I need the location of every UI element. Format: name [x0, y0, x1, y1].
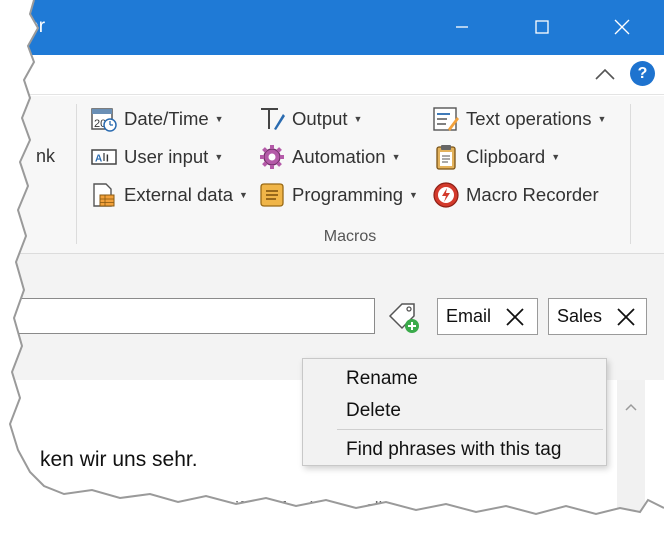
dropdown-arrow-icon: ▼: [239, 190, 248, 200]
menu-item-delete[interactable]: Delete: [346, 400, 401, 422]
user-input-button[interactable]: AI User input ▼: [90, 142, 223, 172]
automation-label: Automation: [292, 146, 386, 167]
tag-chip-label: Sales: [557, 306, 603, 326]
minimize-button[interactable]: [440, 6, 484, 48]
tag-chip-email[interactable]: Email: [437, 298, 538, 335]
tag-chip-label: Email: [446, 306, 492, 326]
ribbon: nk 20 Date/Time ▼ AI User input ▼ Extern…: [0, 96, 664, 254]
tag-context-menu: Rename Delete Find phrases with this tag: [302, 358, 607, 466]
calendar-clock-icon: 20: [90, 105, 118, 133]
ribbon-group-separator: [630, 104, 631, 244]
tag-input-field[interactable]: [0, 298, 375, 334]
close-icon: [614, 19, 630, 35]
text-operations-button[interactable]: Text operations ▼: [432, 104, 606, 134]
editor-scrollbar[interactable]: [617, 380, 645, 515]
minimize-icon: [456, 26, 468, 28]
macros-group-label: Macros: [323, 228, 377, 245]
date-time-label: Date/Time: [124, 108, 209, 129]
gear-icon: [258, 143, 286, 171]
dropdown-arrow-icon: ▼: [353, 114, 363, 124]
clipboard-button[interactable]: Clipboard ▼: [432, 142, 560, 172]
maximize-button[interactable]: [520, 6, 564, 48]
dropdown-arrow-icon: ▼: [551, 152, 561, 162]
text-operations-icon: [432, 105, 460, 133]
tag-chip-sales[interactable]: Sales: [548, 298, 647, 335]
programming-button[interactable]: Programming ▼: [258, 180, 418, 210]
dropdown-arrow-icon: ▼: [391, 152, 401, 162]
collapse-ribbon-button[interactable]: [592, 61, 618, 87]
ribbon-tabs-row: ?: [0, 55, 664, 95]
window-title: er: [28, 16, 46, 37]
dropdown-arrow-icon: ▼: [597, 114, 607, 124]
macro-recorder-label: Macro Recorder: [466, 184, 599, 205]
help-button[interactable]: ?: [630, 61, 655, 86]
date-time-button[interactable]: 20 Date/Time ▼: [90, 104, 224, 134]
ribbon-partial-label: nk: [36, 146, 56, 166]
menu-divider: [337, 429, 603, 430]
app-window: er ? nk 20 Date/Time ▼ A I User input ▼ …: [0, 0, 664, 539]
output-label: Output: [292, 108, 348, 129]
dropdown-arrow-icon: ▼: [409, 190, 418, 200]
close-icon: [617, 307, 635, 326]
programming-label: Programming: [292, 184, 404, 205]
script-scroll-icon: [258, 181, 286, 209]
editor-text-line: ken wir uns sehr.: [40, 448, 198, 471]
title-bar: er: [0, 0, 664, 55]
document-table-icon: [90, 181, 118, 209]
maximize-icon: [535, 20, 549, 34]
pen-output-icon: [258, 105, 286, 133]
ribbon-group-separator: [76, 104, 77, 244]
scroll-up-button[interactable]: [623, 400, 639, 414]
output-button[interactable]: Output ▼: [258, 104, 362, 134]
menu-item-rename[interactable]: Rename: [346, 368, 418, 390]
chevron-up-icon: [595, 68, 615, 80]
external-data-label: External data: [124, 184, 234, 205]
close-button[interactable]: [600, 6, 644, 48]
remove-tag-button[interactable]: [616, 307, 636, 327]
remove-tag-button[interactable]: [505, 307, 525, 327]
user-input-label: User input: [124, 146, 209, 167]
text-operations-label: Text operations: [466, 108, 592, 129]
add-tag-button[interactable]: [386, 300, 422, 334]
clipboard-label: Clipboard: [466, 146, 546, 167]
chevron-up-icon: [625, 403, 637, 411]
dropdown-arrow-icon: ▼: [214, 152, 224, 162]
record-icon: [432, 181, 460, 209]
clipboard-icon: [432, 143, 460, 171]
close-icon: [506, 307, 524, 326]
automation-button[interactable]: Automation ▼: [258, 142, 401, 172]
text-input-icon: AI: [90, 143, 118, 171]
svg-text:A: A: [95, 154, 102, 165]
svg-text:I: I: [106, 154, 109, 165]
add-tag-icon: [388, 303, 419, 333]
editor-text-line: Die Zugriffe auf ... hste ... ellt ...: [170, 498, 406, 517]
menu-item-find-phrases[interactable]: Find phrases with this tag: [346, 439, 561, 461]
dropdown-arrow-icon: ▼: [214, 114, 224, 124]
external-data-button[interactable]: External data ▼: [90, 180, 248, 210]
macro-recorder-button[interactable]: Macro Recorder: [432, 180, 599, 210]
